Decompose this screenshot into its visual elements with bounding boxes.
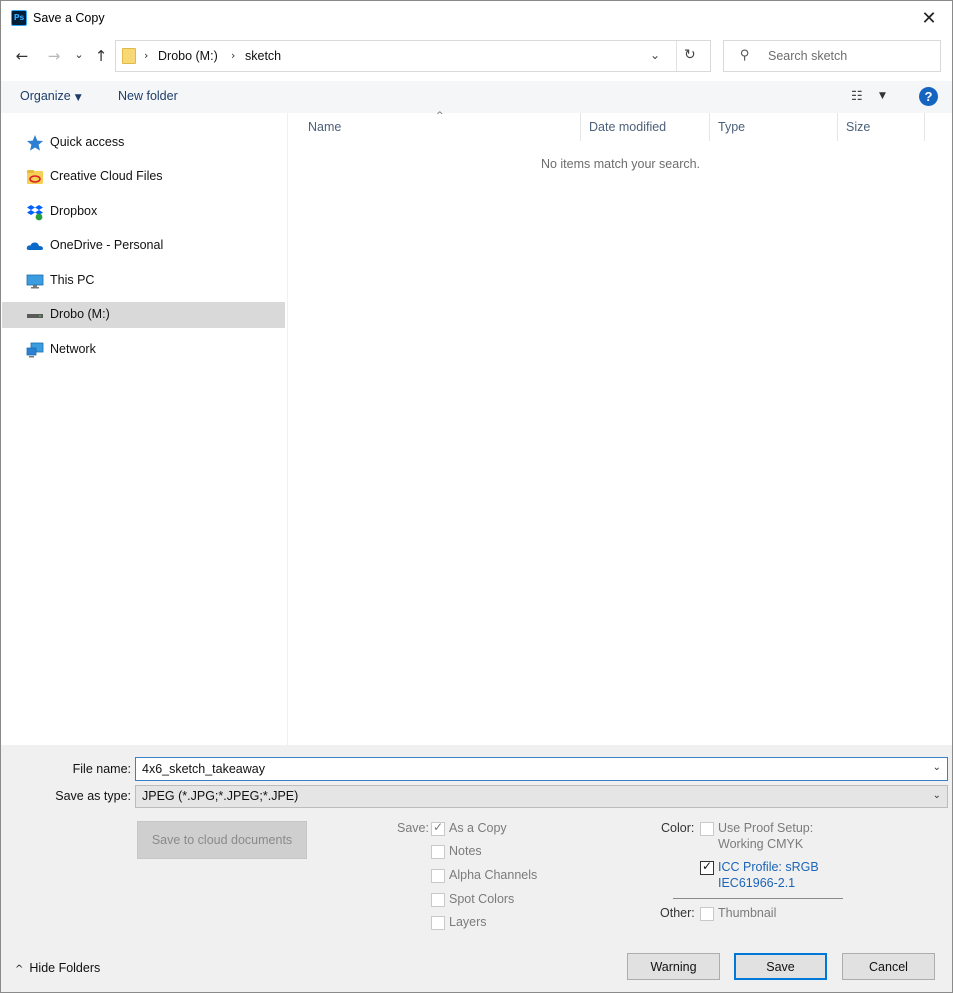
file-list: ^ Name Date modified Type Size No items … [287,111,952,745]
icc-profile-sublabel: IEC61966-2.1 [718,876,796,890]
chevron-down-icon[interactable]: ⌄ [933,762,941,773]
back-arrow-icon[interactable]: ← [11,45,33,67]
sidebar-item-onedrive[interactable]: OneDrive - Personal [2,233,285,259]
column-header-type[interactable]: Type [710,113,838,141]
close-button[interactable]: ✕ [906,1,952,35]
address-divider [676,41,677,71]
navigation-pane: Quick access Creative Cloud Files Dropbo… [1,113,286,745]
sidebar-item-this-pc[interactable]: This PC [2,268,285,294]
breadcrumb-separator-icon: › [231,49,236,62]
notes-label: Notes [449,844,482,858]
alpha-channels-label: Alpha Channels [449,868,538,882]
color-options-label: Color: [661,821,695,835]
dropbox-icon [27,205,43,221]
network-icon [26,342,44,358]
caret-up-icon: ^ [15,964,24,975]
column-header-name[interactable]: Name [300,113,581,141]
options-divider [673,898,843,899]
sidebar-item-label: Drobo (M:) [50,307,110,321]
drive-icon [27,314,43,318]
caret-down-icon: ▼ [74,93,82,103]
monitor-icon [26,274,44,289]
sidebar-item-label: Network [50,342,96,356]
view-options-icon[interactable]: ☷ [851,89,863,104]
sidebar-item-label: Creative Cloud Files [50,169,163,183]
empty-message: No items match your search. [540,157,701,171]
file-name-input[interactable] [142,758,922,780]
alpha-channels-checkbox[interactable] [431,869,445,883]
spot-colors-checkbox[interactable] [431,893,445,907]
file-name-label: File name: [72,762,131,776]
sidebar-item-label: Quick access [50,135,125,149]
refresh-icon[interactable]: ↻ [684,47,696,63]
layers-label: Layers [449,915,487,929]
save-as-type-value: JPEG (*.JPG;*.JPEG;*.JPE) [142,789,299,803]
sidebar-item-creative-cloud-files[interactable]: Creative Cloud Files [2,164,285,190]
breadcrumb-sketch[interactable]: sketch [245,49,281,63]
title-bar: Ps Save a Copy ✕ [1,1,952,35]
hide-folders-label: Hide Folders [29,961,101,975]
save-a-copy-dialog: Ps Save a Copy ✕ ← → ⌄ ↑ › Drobo (M:) › … [0,0,953,993]
breadcrumb-drobo[interactable]: Drobo (M:) [158,49,218,63]
save-options-area: File name: ⌄ Save as type: JPEG (*.JPG;*… [1,745,952,992]
save-options-label: Save: [397,821,429,835]
view-caret-down-icon[interactable]: ▼ [879,91,886,101]
navigation-bar: ← → ⌄ ↑ › Drobo (M:) › sketch ⌄ ↻ ⚲ [1,37,952,75]
use-proof-setup-label: Use Proof Setup: [718,821,814,835]
sidebar-item-label: Dropbox [50,204,98,218]
layers-checkbox[interactable] [431,916,445,930]
save-button[interactable]: Save [734,953,827,980]
sidebar-item-label: This PC [50,273,95,287]
use-proof-setup-sublabel: Working CMYK [718,837,804,851]
spot-colors-label: Spot Colors [449,892,515,906]
organize-label: Organize [20,89,71,103]
thumbnail-checkbox[interactable] [700,907,714,921]
photoshop-app-icon: Ps [11,10,27,26]
onedrive-cloud-icon [26,242,43,250]
window-title: Save a Copy [33,11,105,25]
checkmark-icon: ✓ [433,820,444,834]
chevron-down-icon[interactable]: ⌄ [933,790,941,801]
search-box[interactable]: ⚲ [723,40,941,72]
other-options-label: Other: [660,906,695,920]
sidebar-item-label: OneDrive - Personal [50,238,164,252]
sidebar-item-quick-access[interactable]: Quick access [2,130,285,156]
as-a-copy-checkbox[interactable]: ✓ [431,820,445,836]
column-header-size[interactable]: Size [838,113,925,141]
save-as-type-label: Save as type: [55,789,131,803]
notes-checkbox[interactable] [431,845,445,859]
as-a-copy-label: As a Copy [449,821,507,835]
checkmark-icon: ✓ [702,859,713,873]
command-toolbar: Organize ▼ New folder ☷ ▼ ? [1,81,952,113]
file-name-combobox[interactable]: ⌄ [135,757,948,781]
save-to-cloud-button[interactable]: Save to cloud documents [137,821,307,859]
address-dropdown-chevron-icon[interactable]: ⌄ [650,48,660,62]
help-icon[interactable]: ? [919,87,938,106]
search-icon: ⚲ [740,48,750,63]
sidebar-item-drobo[interactable]: Drobo (M:) [2,302,285,328]
thumbnail-label: Thumbnail [718,906,777,920]
creative-cloud-folder-icon [27,170,43,184]
save-as-type-select[interactable]: JPEG (*.JPG;*.JPEG;*.JPE) ⌄ [135,785,948,808]
star-icon [27,135,43,151]
icc-profile-checkbox[interactable]: ✓ [700,859,714,875]
breadcrumb-separator-icon: › [144,49,149,62]
column-header-date-modified[interactable]: Date modified [581,113,710,141]
sidebar-item-dropbox[interactable]: Dropbox [2,199,285,225]
organize-menu-button[interactable]: Organize ▼ [20,89,82,103]
search-input[interactable] [768,41,938,71]
cancel-button[interactable]: Cancel [842,953,935,980]
recent-locations-chevron-icon[interactable]: ⌄ [68,43,90,65]
up-arrow-icon[interactable]: ↑ [90,45,112,67]
warning-button[interactable]: Warning [627,953,720,980]
folder-icon [122,48,136,64]
new-folder-button[interactable]: New folder [118,89,178,103]
address-bar[interactable]: › Drobo (M:) › sketch ⌄ ↻ [115,40,711,72]
use-proof-setup-checkbox[interactable] [700,822,714,836]
sidebar-item-network[interactable]: Network [2,337,285,363]
hide-folders-button[interactable]: ^ Hide Folders [15,961,100,975]
icc-profile-label: ICC Profile: sRGB [718,860,819,874]
forward-arrow-icon[interactable]: → [43,45,65,67]
